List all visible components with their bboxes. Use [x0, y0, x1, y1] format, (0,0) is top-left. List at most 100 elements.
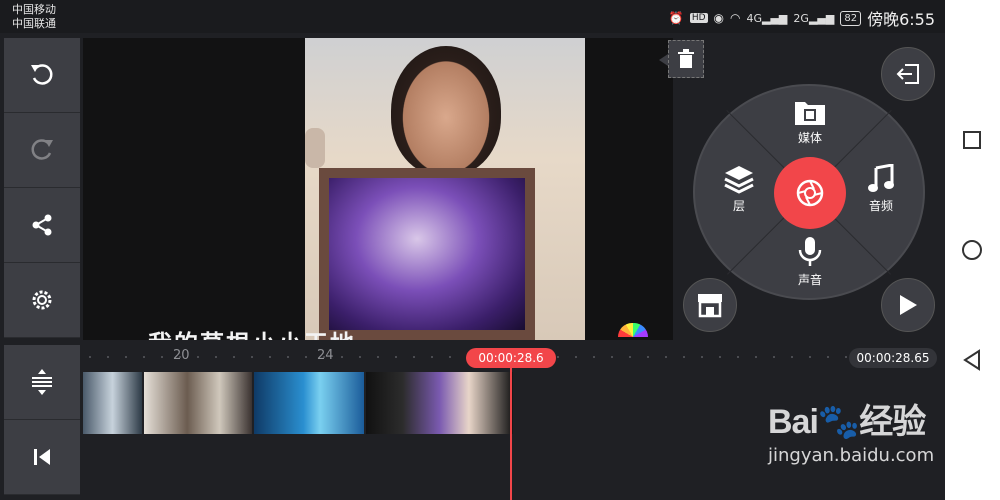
ruler-dot: [269, 356, 271, 358]
rainbow-sticker: [618, 323, 648, 337]
carrier-1: 中国移动: [12, 3, 56, 16]
ruler-dot: [107, 356, 109, 358]
media-label: 媒体: [797, 131, 822, 145]
ruler-dot: [287, 356, 289, 358]
ruler-dot: [575, 356, 577, 358]
preview-subtitle: 我的草根小小天地: [148, 324, 356, 340]
ruler-dot: [215, 356, 217, 358]
clock: 傍晚6:55: [867, 10, 935, 29]
ruler-dot: [89, 356, 91, 358]
exit-button[interactable]: [881, 47, 935, 101]
ruler-dot: [305, 356, 307, 358]
carrier-2: 中国联通: [12, 17, 56, 30]
ruler-dot: [791, 356, 793, 358]
music-note-icon: [868, 164, 894, 192]
track-height-button[interactable]: [4, 345, 80, 420]
watermark-url: jingyan.baidu.com: [768, 445, 935, 466]
ruler-dot: [809, 356, 811, 358]
person-face: [391, 46, 501, 176]
layer-button[interactable]: 层: [709, 164, 769, 214]
playhead[interactable]: [510, 368, 512, 500]
undo-button[interactable]: [4, 38, 80, 113]
store-icon: [698, 294, 722, 318]
ruler-dot: [755, 356, 757, 358]
layer-label: 层: [732, 199, 745, 213]
paw-icon: 🐾: [817, 403, 860, 441]
back-button[interactable]: [960, 348, 984, 372]
ruler-dot: [251, 356, 253, 358]
video-clip-2[interactable]: [144, 372, 252, 434]
microphone-icon: [798, 237, 822, 266]
ruler-dot: [701, 356, 703, 358]
home-button[interactable]: [960, 238, 984, 262]
ruler-dot: [665, 356, 667, 358]
ruler-dot: [413, 356, 415, 358]
preview-frame-image: [305, 38, 585, 340]
skip-to-start-icon: [34, 449, 50, 465]
film-folder-icon: [795, 102, 825, 125]
net-type-1: 4G: [746, 11, 763, 25]
ruler-dot: [197, 356, 199, 358]
circle-icon: [962, 240, 982, 260]
ruler-dot: [161, 356, 163, 358]
trash-pointer: [659, 54, 668, 66]
video-track[interactable]: [83, 372, 515, 434]
camera-shutter-icon: [796, 179, 824, 207]
video-preview[interactable]: 我的草根小小天地: [83, 38, 673, 340]
total-duration: 00:00:28.65: [849, 348, 937, 368]
alarm-icon: ⏰: [668, 11, 684, 25]
ruler-dot: [233, 356, 235, 358]
media-button[interactable]: 媒体: [780, 98, 840, 146]
asset-store-button[interactable]: [683, 278, 737, 332]
track-height-icon: [32, 369, 52, 395]
skip-to-start-button[interactable]: [4, 420, 80, 495]
hd-badge: HD: [689, 13, 708, 23]
settings-button[interactable]: [4, 263, 80, 338]
tick-label-2: 24: [317, 348, 334, 363]
voice-button[interactable]: 声音: [780, 236, 840, 288]
ruler-dot: [143, 356, 145, 358]
ruler-dot: [647, 356, 649, 358]
share-icon: [32, 214, 52, 236]
ruler-dot: [611, 356, 613, 358]
ruler-dot: [377, 356, 379, 358]
redo-button[interactable]: [4, 113, 80, 188]
audio-button[interactable]: 音频: [851, 164, 911, 214]
timeline-toolbar: [4, 345, 80, 495]
left-toolbar: [4, 38, 80, 338]
ruler-dot: [431, 356, 433, 358]
settings-icon: [32, 290, 52, 310]
play-button[interactable]: [881, 278, 935, 332]
ruler-dot: [341, 356, 343, 358]
ruler-dot: [773, 356, 775, 358]
delete-button[interactable]: [668, 40, 704, 78]
ruler-dot: [629, 356, 631, 358]
undo-icon: [31, 64, 53, 85]
status-bar: 中国移动 中国联通 ⏰ HD ◉ ◠ 4G▂▄▆ 2G▂▄▆ 82 傍晚6:55: [0, 0, 945, 33]
play-icon: [900, 295, 917, 315]
net-type-2: 2G: [793, 11, 809, 25]
tick-label-1: 20: [173, 348, 190, 363]
record-button[interactable]: [774, 157, 846, 229]
square-icon: [963, 131, 981, 149]
eye-icon: ◉: [713, 11, 724, 25]
wifi-icon: ◠: [730, 11, 741, 25]
video-clip-3[interactable]: [254, 372, 364, 434]
ruler-dot: [179, 356, 181, 358]
picture-frame: [319, 168, 535, 340]
ruler-dot: [593, 356, 595, 358]
ruler-dot: [737, 356, 739, 358]
video-clip-1[interactable]: [83, 372, 142, 434]
signal-2g: 2G▂▄▆: [793, 11, 835, 25]
ruler-dot: [827, 356, 829, 358]
audio-label: 音频: [868, 199, 893, 213]
baidu-jingyan-watermark: Bai🐾经验 jingyan.baidu.com: [768, 394, 948, 484]
share-button[interactable]: [4, 188, 80, 263]
recents-button[interactable]: [960, 128, 984, 152]
video-clip-4[interactable]: [366, 372, 513, 434]
background-person: [305, 128, 325, 168]
media-wheel: 媒体 层 音频 声音: [693, 84, 925, 300]
ruler-dot: [719, 356, 721, 358]
ruler-dot: [845, 356, 847, 358]
ruler-dot: [395, 356, 397, 358]
